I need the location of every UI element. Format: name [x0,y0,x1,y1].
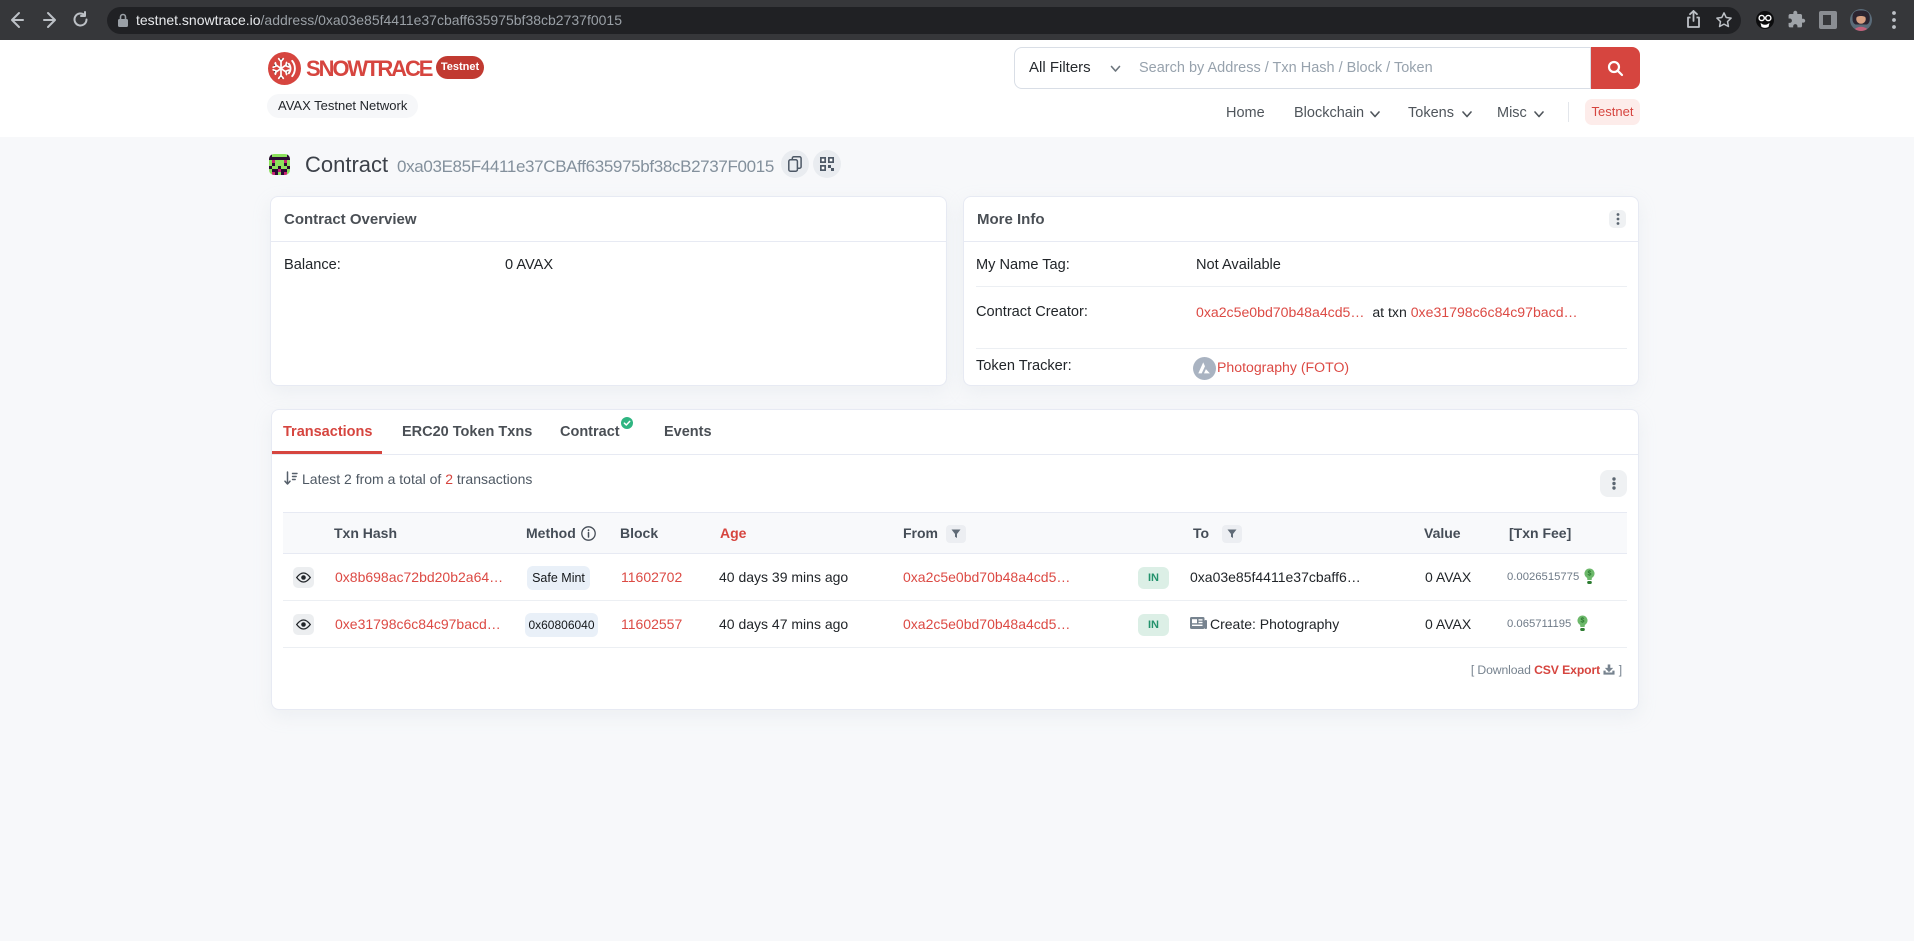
svg-text:$: $ [1581,618,1585,625]
svg-text:$: $ [1588,571,1592,578]
